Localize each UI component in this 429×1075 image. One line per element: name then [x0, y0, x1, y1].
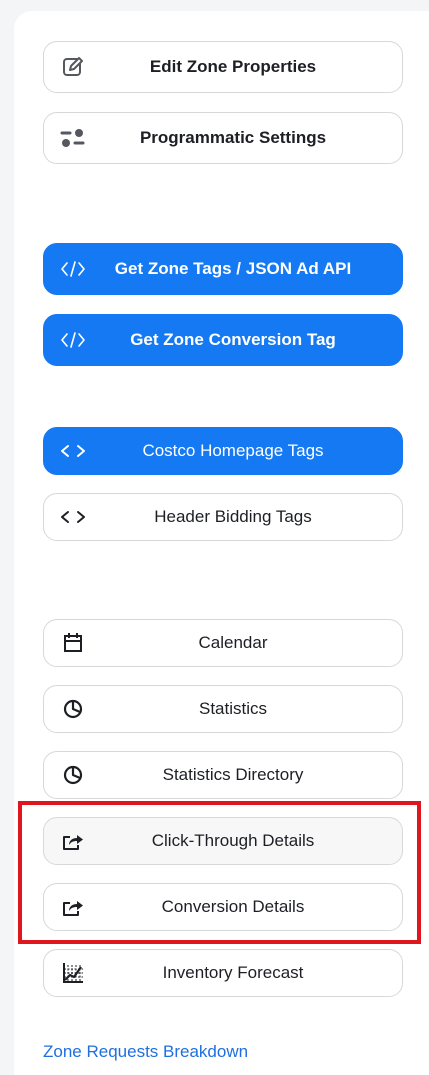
calendar-icon: [60, 630, 86, 656]
pie-chart-icon: [60, 696, 86, 722]
get-zone-tags-button[interactable]: Get Zone Tags / JSON Ad API: [43, 243, 403, 295]
calendar-label: Calendar: [198, 633, 268, 652]
forecast-chart-icon: [60, 960, 86, 986]
inventory-forecast-label: Inventory Forecast: [162, 963, 304, 982]
statistics-button[interactable]: Statistics: [43, 685, 403, 733]
costco-homepage-tags-button[interactable]: Costco Homepage Tags: [43, 427, 403, 475]
header-bidding-tags-label: Header Bidding Tags: [154, 507, 312, 526]
calendar-button[interactable]: Calendar: [43, 619, 403, 667]
pie-chart-icon: [60, 762, 86, 788]
get-zone-conversion-tag-button[interactable]: Get Zone Conversion Tag: [43, 314, 403, 366]
angle-brackets-icon: [60, 504, 86, 530]
programmatic-settings-label: Programmatic Settings: [139, 128, 327, 147]
angle-brackets-icon: [60, 438, 86, 464]
statistics-label: Statistics: [198, 699, 268, 718]
costco-homepage-tags-label: Costco Homepage Tags: [142, 441, 324, 460]
code-icon: [60, 256, 86, 282]
inventory-forecast-button[interactable]: Inventory Forecast: [43, 949, 403, 997]
edit-zone-properties-button[interactable]: Edit Zone Properties: [43, 41, 403, 93]
edit-zone-properties-label: Edit Zone Properties: [149, 57, 317, 76]
toggle-settings-icon: [60, 125, 86, 151]
get-zone-conversion-tag-label: Get Zone Conversion Tag: [130, 330, 336, 349]
get-zone-tags-label: Get Zone Tags / JSON Ad API: [114, 259, 352, 278]
header-bidding-tags-button[interactable]: Header Bidding Tags: [43, 493, 403, 541]
code-icon: [60, 327, 86, 353]
statistics-directory-label: Statistics Directory: [162, 765, 304, 784]
highlight-box: [18, 801, 421, 944]
zone-requests-breakdown-link[interactable]: Zone Requests Breakdown: [43, 1042, 248, 1062]
programmatic-settings-button[interactable]: Programmatic Settings: [43, 112, 403, 164]
statistics-directory-button[interactable]: Statistics Directory: [43, 751, 403, 799]
edit-icon: [60, 54, 86, 80]
